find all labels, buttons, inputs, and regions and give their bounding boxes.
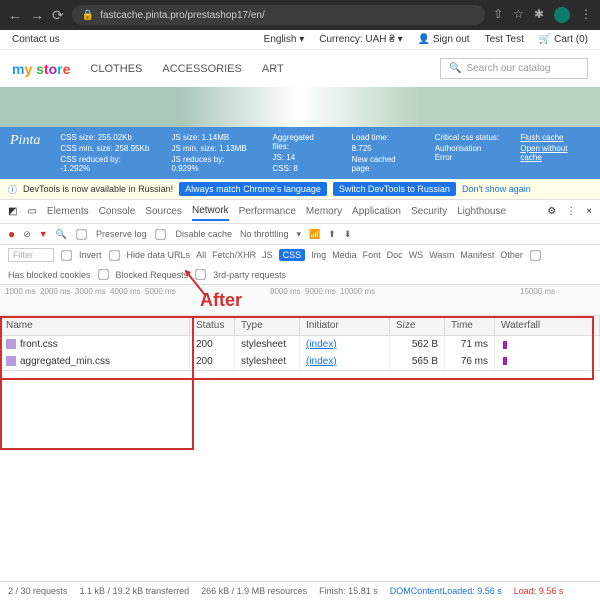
filter-img[interactable]: Img [311,250,326,260]
col-status[interactable]: Status [190,316,235,336]
network-toolbar: ● ⊘ ▼ 🔍 Preserve log Disable cache No th… [0,224,600,245]
filter-input[interactable]: Filter [8,248,54,262]
star-icon[interactable]: ☆ [513,7,524,23]
currency-selector[interactable]: Currency: UAH ₴ ▾ [319,34,402,45]
puzzle-icon[interactable]: ✱ [534,7,544,23]
filter-doc[interactable]: Doc [387,250,403,260]
filter-row: Filter Invert Hide data URLs All Fetch/X… [0,245,600,285]
url-bar[interactable]: 🔒 fastcache.pinta.pro/prestashop17/en/ [72,5,485,25]
record-icon[interactable]: ● [8,227,15,241]
filter-css[interactable]: CSS [279,249,306,261]
preserve-log-checkbox[interactable] [76,229,86,239]
forward-icon[interactable]: → [30,7,44,23]
tab-sources[interactable]: Sources [145,203,182,220]
filter-media[interactable]: Media [332,250,357,260]
share-icon[interactable]: ⇧ [493,7,503,23]
network-table: Name front.css aggregated_min.css Status… [0,316,600,371]
after-annotation: After [200,290,242,311]
nav-clothes[interactable]: CLOTHES [90,63,142,75]
table-row[interactable]: aggregated_min.css [0,353,190,370]
tab-lighthouse[interactable]: Lighthouse [457,203,506,220]
filter-ws[interactable]: WS [409,250,424,260]
timeline[interactable]: 1000 ms 2000 ms 3000 ms 4000 ms 5000 ms … [0,285,600,316]
filter-all[interactable]: All [196,250,206,260]
filter-other[interactable]: Other [500,250,523,260]
nav-art[interactable]: ART [262,63,284,75]
col-size[interactable]: Size [390,316,445,336]
cart-link[interactable]: 🛒 Cart (0) [539,34,588,45]
status-bar: 2 / 30 requests 1.1 kB / 19.2 kB transfe… [0,581,600,600]
match-language-button[interactable]: Always match Chrome's language [179,182,327,196]
throttle-select[interactable]: No throttling [240,229,289,239]
search-icon[interactable]: 🔍 [56,229,67,240]
gear-icon[interactable]: ⚙ [547,206,556,217]
tab-security[interactable]: Security [411,203,447,220]
filter-wasm[interactable]: Wasm [429,250,454,260]
col-waterfall[interactable]: Waterfall [495,316,600,336]
site-topbar: Contact us English ▾ Currency: UAH ₴ ▾ 👤… [0,30,600,50]
open-without-cache-link[interactable]: Open without cache [520,144,590,162]
tab-application[interactable]: Application [352,203,401,220]
avatar[interactable] [554,7,570,23]
browser-chrome: ← → ⟳ 🔒 fastcache.pinta.pro/prestashop17… [0,0,600,30]
download-icon[interactable]: ⬇ [344,229,352,240]
css-file-icon [6,339,16,349]
css-file-icon [6,356,16,366]
table-row[interactable]: front.css [0,336,190,353]
info-icon: ⓘ [8,183,17,196]
col-initiator[interactable]: Initiator [300,316,390,336]
signout-link[interactable]: 👤 Sign out [418,34,470,45]
tab-performance[interactable]: Performance [239,203,296,220]
filter-font[interactable]: Font [363,250,381,260]
col-name[interactable]: Name [0,316,190,336]
filter-js[interactable]: JS [262,250,273,260]
wifi-icon[interactable]: 📶 [309,229,320,240]
url-text: fastcache.pinta.pro/prestashop17/en/ [100,10,265,21]
tab-memory[interactable]: Memory [306,203,342,220]
blocked-requests-checkbox[interactable] [98,269,108,279]
dont-show-link[interactable]: Don't show again [462,184,531,194]
devtools-locale-bar: ⓘ DevTools is now available in Russian! … [0,179,600,200]
disable-cache-checkbox[interactable] [156,229,166,239]
hide-data-urls-checkbox[interactable] [109,250,119,260]
reload-icon[interactable]: ⟳ [52,7,64,24]
tab-console[interactable]: Console [99,203,136,220]
switch-russian-button[interactable]: Switch DevTools to Russian [333,182,456,196]
filter-manifest[interactable]: Manifest [460,250,494,260]
col-time[interactable]: Time [445,316,495,336]
upload-icon[interactable]: ⬆ [328,229,336,240]
lang-selector[interactable]: English ▾ [264,34,305,45]
site-nav: my store CLOTHES ACCESSORIES ART 🔍Search… [0,50,600,87]
blocked-cookies-checkbox[interactable] [530,250,540,260]
back-icon[interactable]: ← [8,7,22,23]
close-icon[interactable]: × [586,206,592,217]
devtools-panels: ◩ ▭ Elements Console Sources Network Per… [0,200,600,224]
logo[interactable]: my store [12,61,70,77]
search-input[interactable]: 🔍Search our catalog [440,58,588,79]
more-icon[interactable]: ⋮ [566,206,576,217]
nav-accessories[interactable]: ACCESSORIES [162,63,241,75]
chrome-actions: ⇧ ☆ ✱ ⋮ [493,7,592,23]
tab-elements[interactable]: Elements [47,203,89,220]
col-type[interactable]: Type [235,316,300,336]
flush-cache-link[interactable]: Flush cache [520,133,590,142]
lock-icon: 🔒 [82,10,94,21]
invert-checkbox[interactable] [61,250,71,260]
hero-banner [0,87,600,127]
pinta-toolbar: Pinta CSS size: 255.02KbCSS min. size: 2… [0,127,600,179]
filter-fetch[interactable]: Fetch/XHR [212,250,256,260]
menu-icon[interactable]: ⋮ [580,7,592,23]
inspect-icon[interactable]: ◩ [8,206,17,217]
user-name[interactable]: Test Test [485,34,524,45]
pinta-logo: Pinta [10,133,40,173]
search-icon: 🔍 [449,63,461,74]
filter-icon[interactable]: ▼ [39,229,48,239]
clear-icon[interactable]: ⊘ [23,229,31,240]
tab-network[interactable]: Network [192,202,229,221]
contact-link[interactable]: Contact us [12,34,60,45]
device-icon[interactable]: ▭ [27,206,36,217]
